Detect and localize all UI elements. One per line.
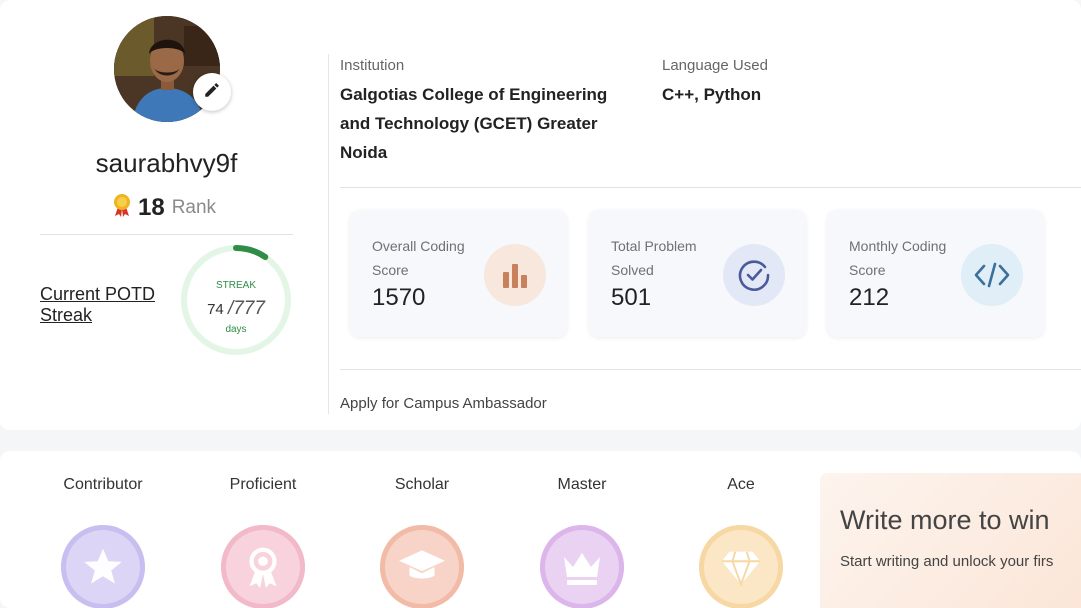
username: saurabhvy9f <box>95 148 238 178</box>
badge-label: Contributor <box>63 476 143 493</box>
crown-icon <box>540 525 624 608</box>
stat-card-overall-score: Overall Coding Score 1570 <box>350 210 567 337</box>
code-icon <box>961 244 1023 306</box>
language-value: C++, Python <box>662 85 762 104</box>
rank-label: Rank <box>171 196 217 218</box>
write-promo-banner[interactable]: Write more to win Start writing and unlo… <box>820 473 1081 608</box>
stat-value: 212 <box>849 284 890 311</box>
stat-value: 501 <box>611 284 652 311</box>
streak-total: /777 <box>227 298 265 319</box>
stat-card-problems-solved: Total Problem Solved 501 <box>589 210 806 337</box>
diamond-icon <box>699 525 783 608</box>
stat-label: Overall Coding Score <box>372 238 465 278</box>
stat-label: Monthly Coding Score <box>849 238 947 278</box>
promo-subtitle: Start writing and unlock your firs <box>840 553 1054 570</box>
divider <box>340 369 1081 370</box>
campus-ambassador-link[interactable]: Apply for Campus Ambassador <box>340 395 547 412</box>
badge-label: Master <box>557 476 607 493</box>
language-label: Language Used <box>662 57 768 74</box>
stat-label: Total Problem Solved <box>611 238 697 278</box>
streak-value: 74 /777 <box>180 298 292 320</box>
pencil-icon <box>203 81 221 104</box>
stat-card-monthly-score: Monthly Coding Score 212 <box>827 210 1044 337</box>
profile-card: saurabhvy9f 18 Rank Current POTD Streak … <box>0 0 1081 430</box>
institution-value: Galgotias College of Engineering and Tec… <box>340 85 608 162</box>
divider <box>340 187 1081 188</box>
badge-label: Proficient <box>229 476 297 493</box>
vertical-divider <box>328 54 329 414</box>
potd-streak-link[interactable]: Current POTD Streak <box>40 284 170 326</box>
institution-label: Institution <box>340 57 405 74</box>
rank-value: 18 <box>138 193 165 221</box>
streak-unit: days <box>225 324 247 335</box>
promo-title: Write more to win <box>840 505 1050 535</box>
badge-label: Scholar <box>394 476 450 493</box>
graduation-cap-icon <box>380 525 464 608</box>
streak-current: 74 <box>207 301 224 318</box>
ribbon-award-icon <box>221 525 305 608</box>
streak-title: STREAK <box>215 280 256 291</box>
divider <box>40 234 293 235</box>
badge-label: Ace <box>727 476 755 493</box>
edit-avatar-button[interactable] <box>193 73 231 111</box>
check-circle-icon <box>723 244 785 306</box>
rank: 18 Rank <box>112 193 216 222</box>
streak-counter: STREAK 74 /777 days <box>180 244 292 356</box>
bar-chart-icon <box>484 244 546 306</box>
medal-icon <box>112 193 132 222</box>
stat-value: 1570 <box>372 284 426 311</box>
star-icon <box>61 525 145 608</box>
profile-summary: saurabhvy9f 18 Rank Current POTD Streak … <box>0 0 328 430</box>
